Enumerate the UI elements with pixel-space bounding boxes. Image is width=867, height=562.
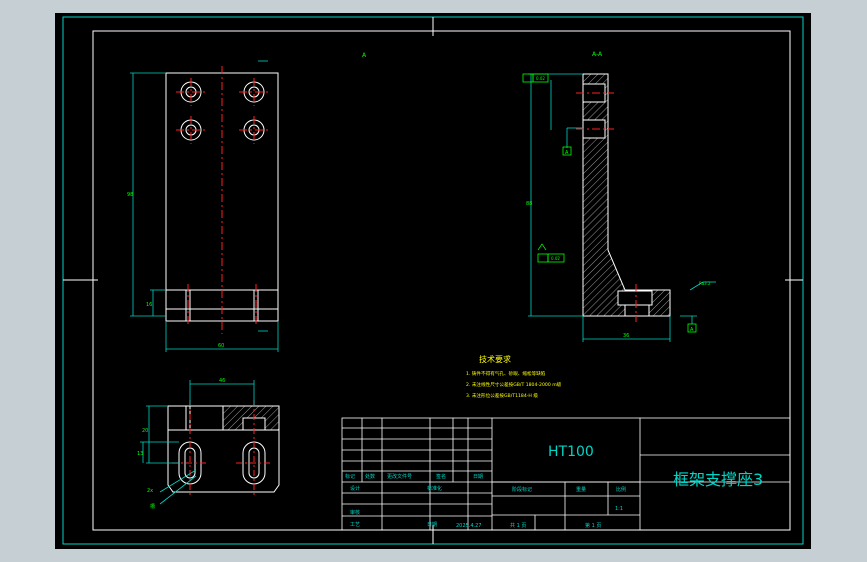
dim-bottom-width: 46 [219,378,225,384]
tb-count: 处数 [365,473,375,480]
datum-bottom: A [690,327,694,333]
dim-front-height: 98 [127,192,133,198]
dim-side-width: 36 [623,333,629,339]
scale-value: 1:1 [615,506,623,512]
tol-top-value: 0.02 [536,76,545,81]
cad-drawing-canvas: 98 16 60 A A-A 0.02 0.02 A A Ra3.2 88 36… [0,0,867,562]
tb-zone: 更改文件号 [387,473,412,480]
tol-mid-value: 0.02 [551,256,560,261]
tech-line-1: 1. 铸件不得有气孔、砂眼、缩松等缺陷 [466,370,546,377]
tech-line-2: 2. 未注线性尺寸公差按GB/T 1804-2000 m级 [466,381,562,388]
tech-title: 技术要求 [479,354,511,364]
tb-approve: 日期 [427,522,437,528]
dim-side-height: 88 [526,201,532,207]
datum-top: A [565,150,569,156]
part-name: 框架支撑座3 [673,470,763,489]
tb-weight: 重量 [576,486,586,493]
tb-date: 日期 [473,474,483,480]
tb-ratio: 比例 [616,486,626,493]
tb-sign: 签名 [436,473,446,480]
label-slot: 槽 [150,503,155,510]
tb-stage: 阶段标记 [512,486,532,493]
tb-review: 审核 [350,509,360,516]
sheet-number: 第 1 页 [585,522,601,529]
tb-design: 设计 [350,485,360,492]
section-view-label: A-A [592,51,603,58]
tech-line-3: 3. 未注形位公差按GB/T1184-H 级 [466,392,538,399]
dim-bottom-b: 13 [137,451,143,457]
roughness-label: Ra3.2 [699,281,711,286]
label-hole: 2x [147,488,153,494]
dim-front-small: 16 [146,302,152,308]
sheet-count: 共 1 页 [510,522,526,529]
dim-front-width: 60 [218,343,224,349]
material-label: HT100 [548,444,594,460]
tb-mark: 标记 [345,473,355,480]
dim-bottom-a: 20 [142,428,148,434]
tb-standard: 标准化 [427,485,442,492]
tb-craft: 工艺 [350,522,360,528]
drawing-date: 2025.4.27 [456,523,481,529]
